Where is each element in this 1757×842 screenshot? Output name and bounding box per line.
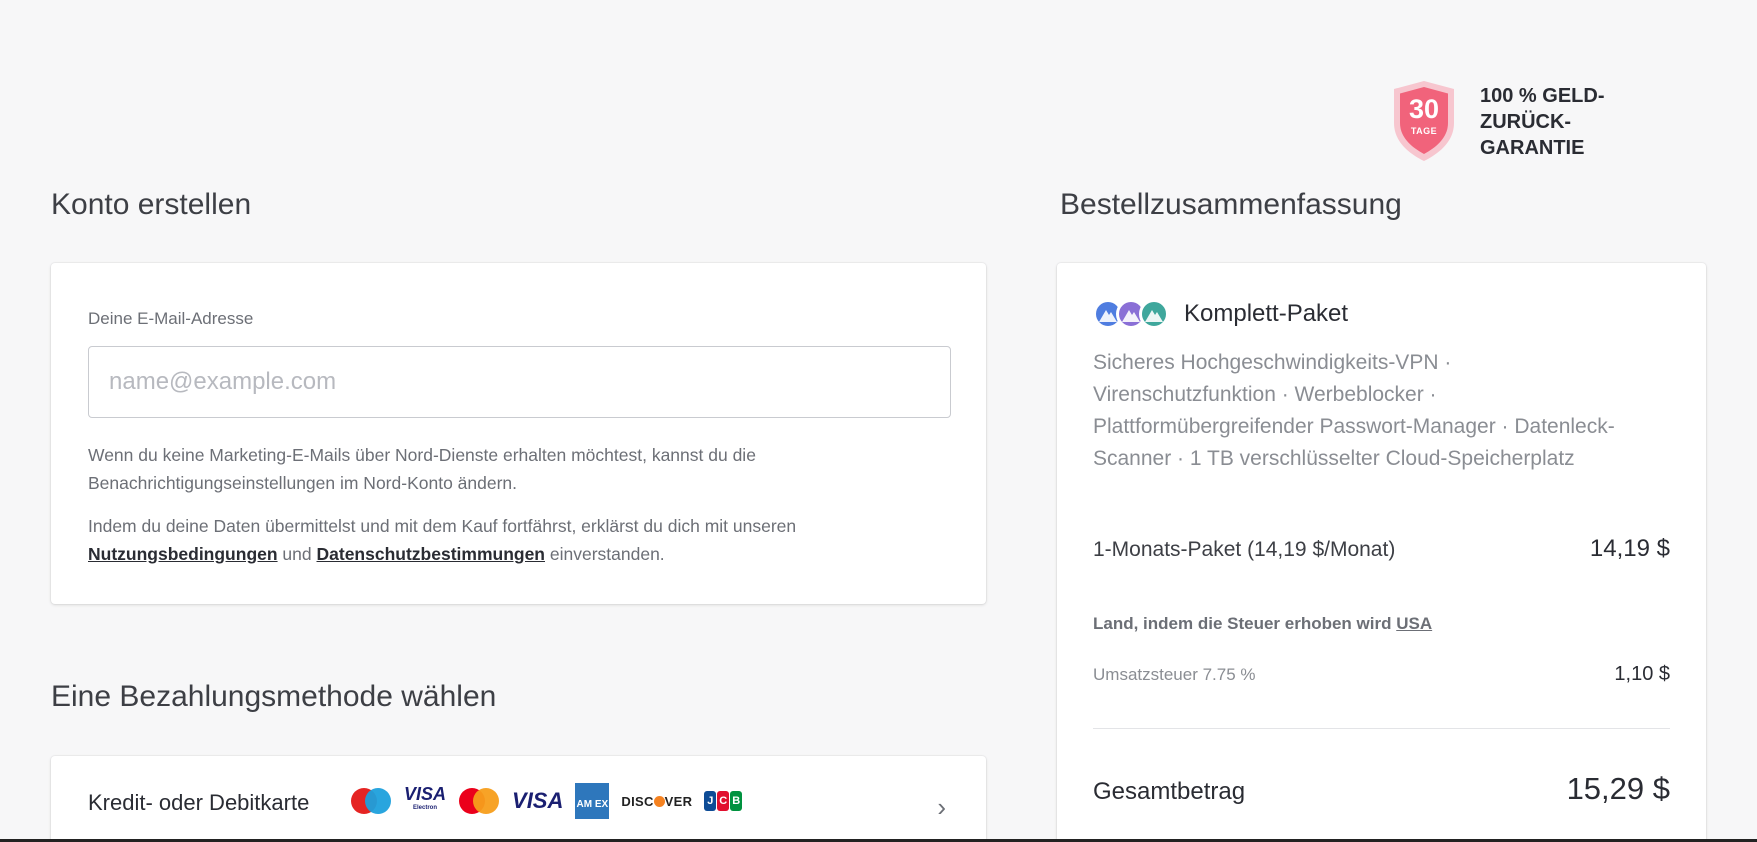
- guarantee-shield-icon: 30 TAGE: [1388, 79, 1460, 163]
- total-label: Gesamtbetrag: [1093, 778, 1246, 805]
- tax-country-link[interactable]: USA: [1396, 614, 1432, 633]
- checkout-page: 30 TAGE 100 % GELD-ZURÜCK-GARANTIE Konto…: [0, 0, 1757, 842]
- plan-row: 1-Monats-Paket (14,19 $/Monat) 14,19 $: [1093, 535, 1670, 563]
- product-description: Sicheres Hochgeschwindigkeits-VPN · Vire…: [1093, 351, 1615, 470]
- guarantee-days-label: TAGE: [1410, 126, 1438, 136]
- total-amount: 15,29 $: [1566, 771, 1670, 806]
- summary-heading: Bestellzusammenfassung: [1060, 188, 1402, 221]
- guarantee-text: 100 % GELD-ZURÜCK-GARANTIE: [1480, 85, 1605, 159]
- card-logos: VISA Electron VISA AM EX DISC VER J C B: [350, 782, 743, 820]
- total-row: Gesamtbetrag 15,29 $: [1093, 771, 1670, 807]
- visa-logo-icon: VISA: [512, 788, 564, 813]
- product-title: Komplett-Paket: [1184, 300, 1349, 327]
- terms-note-and: und: [277, 544, 317, 564]
- discover-logo-icon: DISC VER: [621, 782, 692, 820]
- account-card: Deine E-Mail-Adresse Wenn du keine Marke…: [51, 263, 986, 604]
- jcb-letter-c: C: [717, 791, 730, 811]
- visa-electron-logo-icon: VISA Electron: [404, 782, 446, 820]
- terms-link[interactable]: Nutzungsbedingungen: [88, 544, 278, 564]
- payment-method-card[interactable]: Kredit- oder Debitkarte VISA Electron VIS…: [51, 756, 986, 842]
- jcb-logo-icon: J C B: [704, 782, 743, 820]
- summary-divider: [1093, 728, 1670, 729]
- tax-country-label: Land, indem die Steuer erhoben wird: [1093, 614, 1392, 633]
- tax-country-text: Land, indem die Steuer erhoben wird USA: [1093, 614, 1432, 634]
- discover-text-1: DISC: [621, 793, 654, 809]
- nordlocker-icon: [1139, 299, 1169, 329]
- vat-row: Umsatzsteuer 7.75 % 1,10 $: [1093, 663, 1670, 686]
- product-header: Komplett-Paket: [1093, 299, 1348, 329]
- jcb-letter-j: J: [704, 791, 717, 811]
- guarantee-days: 30: [1408, 94, 1440, 124]
- product-icons: [1093, 299, 1169, 329]
- plan-price: 14,19 $: [1589, 535, 1670, 562]
- maestro-logo-icon: [350, 782, 392, 820]
- terms-note-prefix: Indem du deine Daten übermittelst und mi…: [88, 516, 797, 536]
- jcb-letter-b: B: [730, 791, 743, 811]
- tax-country-row: Land, indem die Steuer erhoben wird USA: [1093, 614, 1670, 634]
- payment-heading: Eine Bezahlungsmethode wählen: [51, 680, 497, 713]
- payment-method-label: Kredit- oder Debitkarte: [88, 790, 310, 815]
- amex-logo-icon: AM EX: [575, 783, 610, 819]
- email-label: Deine E-Mail-Adresse: [88, 309, 254, 328]
- visa-electron-sub: Electron: [413, 805, 438, 811]
- order-summary-card: Komplett-Paket Sicheres Hochgeschwindigk…: [1057, 263, 1706, 842]
- terms-note: Indem du deine Daten übermittelst und mi…: [88, 512, 958, 568]
- terms-note-suffix: einverstanden.: [545, 544, 665, 564]
- vat-amount: 1,10 $: [1614, 663, 1670, 685]
- email-input[interactable]: [88, 346, 951, 418]
- marketing-note: Wenn du keine Marketing-E-Mails über Nor…: [88, 445, 756, 493]
- chevron-right-icon[interactable]: ›: [937, 792, 946, 823]
- account-heading: Konto erstellen: [51, 188, 252, 221]
- mastercard-logo-icon: [458, 782, 500, 820]
- money-back-guarantee: 30 TAGE 100 % GELD-ZURÜCK-GARANTIE: [1388, 79, 1650, 163]
- privacy-link[interactable]: Datenschutzbestimmungen: [317, 544, 546, 564]
- visa-electron-text: VISA: [404, 784, 447, 804]
- vat-label: Umsatzsteuer 7.75 %: [1093, 665, 1256, 684]
- plan-label: 1-Monats-Paket (14,19 $/Monat): [1093, 538, 1396, 561]
- discover-text-2: VER: [664, 793, 693, 809]
